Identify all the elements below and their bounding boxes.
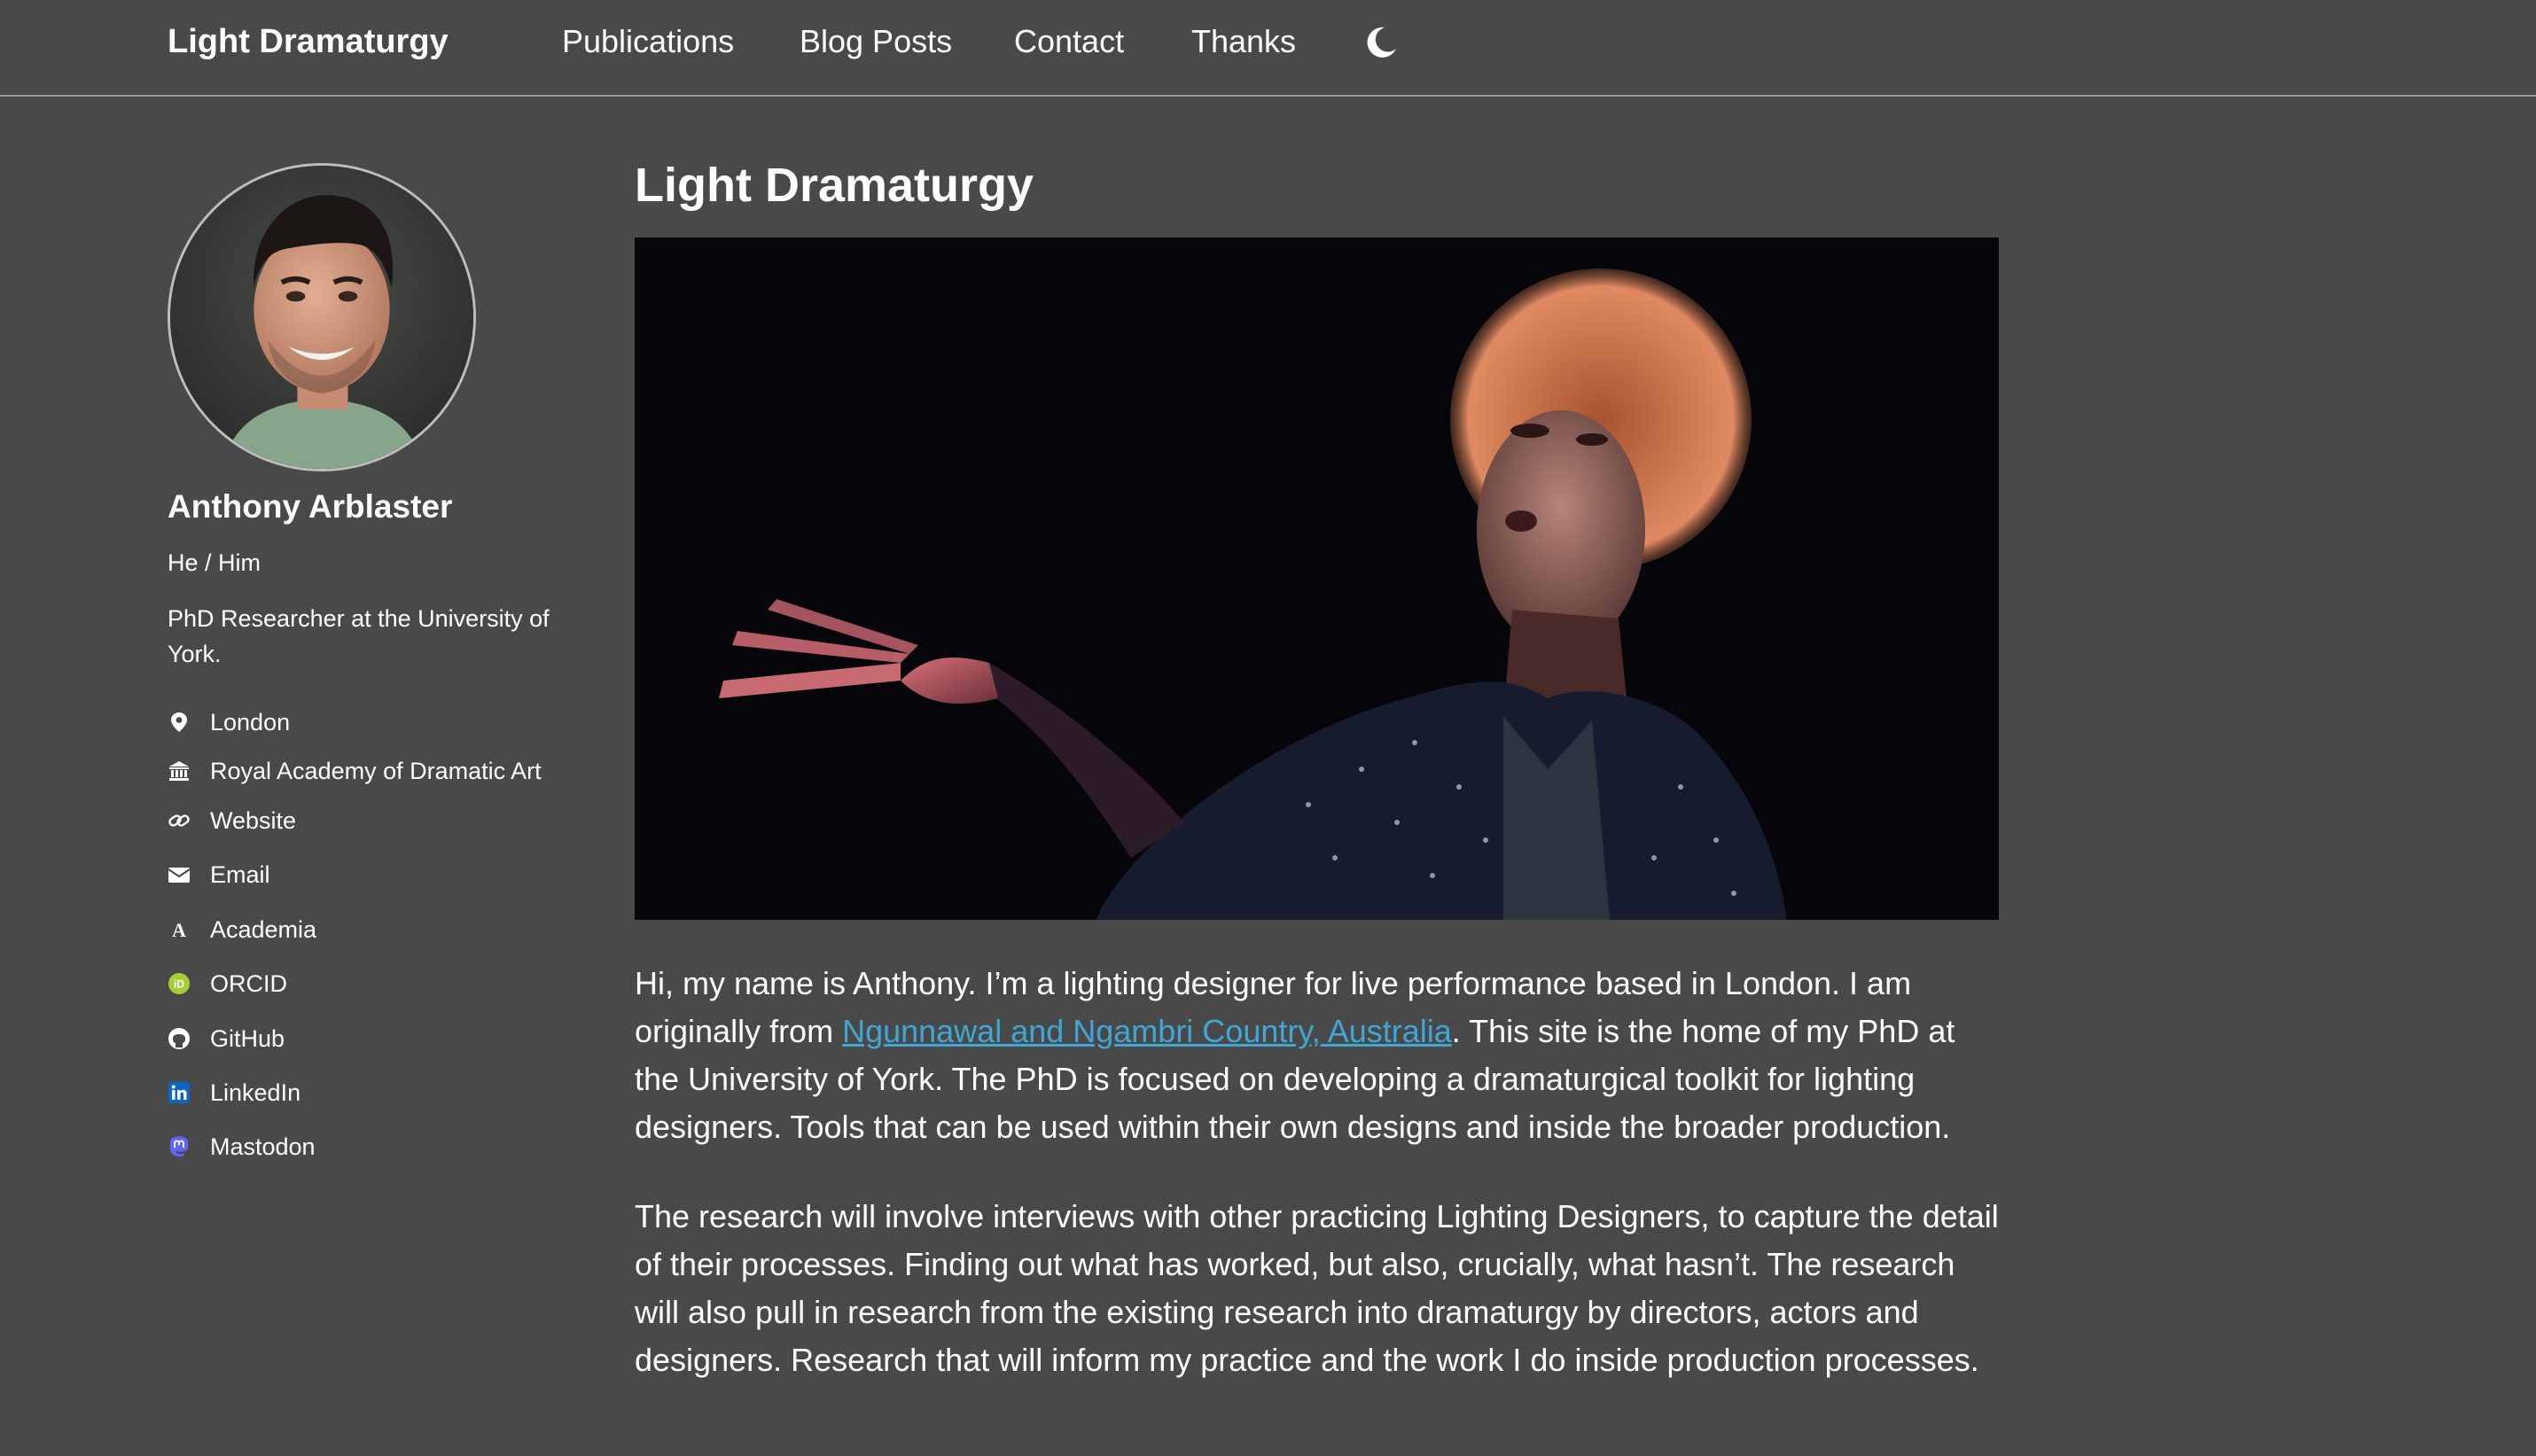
academia-icon: A — [168, 918, 191, 941]
page-title: Light Dramaturgy — [635, 159, 1034, 212]
linkedin-icon — [168, 1081, 191, 1104]
link-location: London — [168, 705, 290, 740]
mastodon-icon — [168, 1135, 191, 1158]
github-icon — [168, 1027, 191, 1050]
nav-thanks[interactable]: Thanks — [1191, 23, 1296, 60]
link-linkedin[interactable]: LinkedIn — [168, 1075, 300, 1110]
link-label: London — [210, 708, 291, 736]
link-label: Website — [210, 806, 297, 834]
country-link[interactable]: Ngunnawal and Ngambri Country, Australia — [842, 1013, 1452, 1049]
link-github[interactable]: GitHub — [168, 1021, 285, 1056]
link-label: LinkedIn — [210, 1078, 301, 1106]
svg-text:iD: iD — [174, 978, 184, 991]
link-icon — [168, 809, 191, 832]
link-label: GitHub — [210, 1024, 285, 1052]
research-paragraph: The research will involve interviews wit… — [635, 1198, 1999, 1378]
top-navbar: Light Dramaturgy Publications Blog Posts… — [0, 0, 2536, 97]
nav-blog-posts[interactable]: Blog Posts — [800, 23, 952, 60]
author-pronouns: He / Him — [168, 549, 261, 576]
link-label: ORCID — [210, 969, 287, 997]
moon-icon[interactable] — [1363, 25, 1399, 60]
link-label: Academia — [210, 915, 317, 943]
link-label: Mastodon — [210, 1133, 316, 1160]
intro-paragraph: Hi, my name is Anthony. I’m a lighting d… — [635, 960, 2004, 1151]
link-website[interactable]: Website — [168, 803, 296, 838]
hero-image — [635, 237, 1999, 920]
link-mastodon[interactable]: Mastodon — [168, 1129, 316, 1164]
svg-text:A: A — [172, 919, 186, 941]
nav-publications[interactable]: Publications — [562, 23, 734, 60]
link-label: Royal Academy of Dramatic Art — [210, 757, 542, 784]
orcid-icon: iD — [168, 972, 191, 995]
envelope-icon — [168, 863, 191, 886]
link-email[interactable]: Email — [168, 857, 270, 892]
performer-photo — [635, 237, 1999, 920]
location-pin-icon — [168, 711, 191, 734]
author-portrait-image — [170, 166, 473, 469]
site-brand-link[interactable]: Light Dramaturgy — [168, 23, 449, 61]
author-avatar — [168, 163, 476, 471]
link-academia[interactable]: A Academia — [168, 912, 316, 947]
link-label: Email — [210, 860, 270, 888]
author-name: Anthony Arblaster — [168, 488, 453, 525]
link-institution[interactable]: Royal Academy of Dramatic Art — [168, 753, 542, 789]
author-bio: PhD Researcher at the University of York… — [168, 605, 550, 667]
link-orcid[interactable]: iD ORCID — [168, 966, 287, 1001]
nav-contact[interactable]: Contact — [1014, 23, 1124, 60]
institution-icon — [168, 759, 191, 783]
